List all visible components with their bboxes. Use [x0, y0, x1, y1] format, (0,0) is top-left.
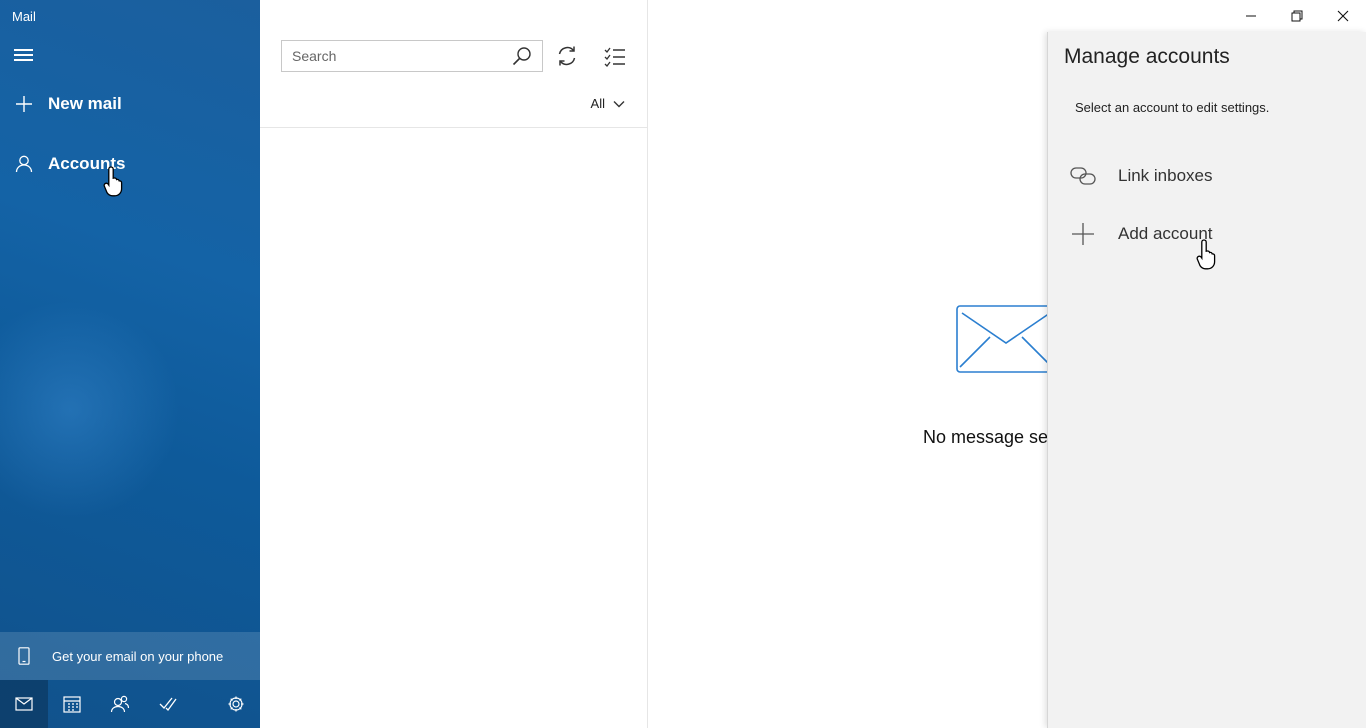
nav-background-glow — [0, 300, 180, 520]
promo-label: Get your email on your phone — [52, 648, 224, 664]
link-icon — [1048, 167, 1118, 185]
list-divider — [260, 127, 648, 128]
filter-value: All — [590, 96, 605, 111]
envelope-illustration-icon — [956, 305, 1056, 373]
navigation-pane: Mail New mail Accounts Get your email on… — [0, 0, 260, 728]
phone-icon — [0, 647, 48, 665]
search-input[interactable] — [282, 42, 502, 70]
chevron-down-icon — [613, 100, 625, 107]
settings-icon[interactable] — [212, 680, 260, 728]
accounts-button[interactable]: Accounts — [0, 142, 260, 186]
close-icon[interactable] — [1320, 0, 1366, 32]
link-inboxes-button[interactable]: Link inboxes — [1048, 154, 1366, 198]
person-icon — [0, 155, 48, 173]
plus-icon — [1048, 222, 1118, 246]
todo-icon[interactable] — [144, 680, 192, 728]
mail-app: Mail New mail Accounts Get your email on… — [0, 0, 1366, 728]
link-inboxes-label: Link inboxes — [1118, 166, 1213, 185]
accounts-label: Accounts — [48, 154, 126, 173]
flyout-subtitle: Select an account to edit settings. — [1075, 100, 1270, 115]
selection-mode-icon[interactable] — [603, 44, 627, 73]
add-account-button[interactable]: Add account — [1048, 212, 1366, 256]
app-switcher-bar — [0, 680, 260, 728]
get-email-on-phone-button[interactable]: Get your email on your phone — [0, 632, 260, 680]
add-account-label: Add account — [1118, 224, 1213, 243]
new-mail-button[interactable]: New mail — [0, 82, 260, 126]
flyout-title: Manage accounts — [1064, 45, 1230, 68]
filter-dropdown[interactable]: All — [591, 96, 625, 111]
app-title: Mail — [12, 9, 36, 24]
minimize-icon[interactable] — [1228, 0, 1274, 32]
no-message-selected-text: No message sel — [923, 427, 1053, 447]
search-icon[interactable] — [512, 46, 532, 71]
calendar-icon[interactable] — [48, 680, 96, 728]
manage-accounts-flyout: Manage accounts Select an account to edi… — [1047, 32, 1366, 728]
restore-icon[interactable] — [1274, 0, 1320, 32]
new-mail-label: New mail — [48, 94, 122, 113]
sync-icon[interactable] — [555, 44, 579, 73]
hamburger-menu-icon[interactable] — [14, 47, 34, 63]
message-list-pane: All — [260, 0, 648, 728]
search-box — [281, 40, 543, 72]
people-icon[interactable] — [96, 680, 144, 728]
plus-icon — [0, 95, 48, 113]
mail-icon[interactable] — [0, 680, 48, 728]
window-controls — [1228, 0, 1366, 32]
